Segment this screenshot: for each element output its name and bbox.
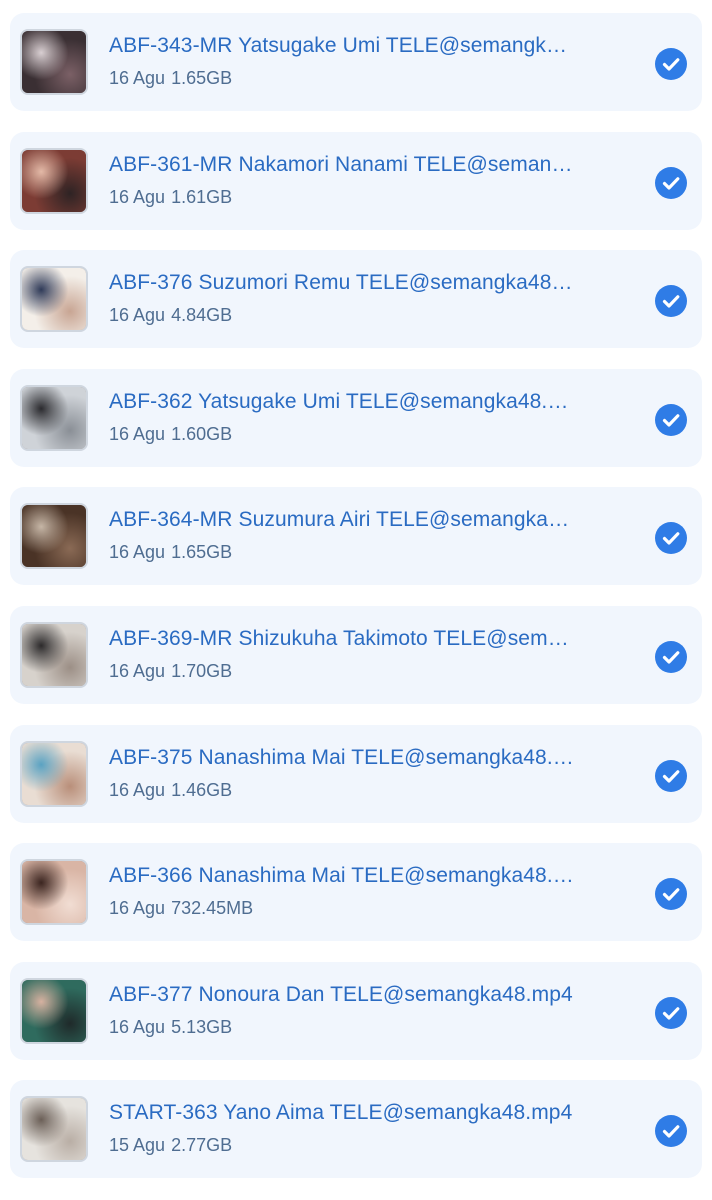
file-meta: 16 Agu 1.60GB xyxy=(109,422,232,446)
file-name: ABF-366 Nanashima Mai TELE@semangka48.mp… xyxy=(109,864,577,888)
file-size: 1.65GB xyxy=(171,542,233,563)
file-size: 1.65GB xyxy=(171,68,233,88)
file-name: ABF-361-MR Nakamori Nanami TELE@semangka… xyxy=(109,152,577,176)
check-circle-icon[interactable] xyxy=(655,48,687,80)
thumbnail-image xyxy=(22,1098,86,1161)
file-date: 16 Agu xyxy=(109,423,166,444)
video-thumbnail[interactable] xyxy=(20,621,88,688)
file-meta: 16 Agu 1.65GB xyxy=(109,66,232,90)
file-item[interactable]: ABF-364-MR Suzumura Airi TELE@semangka48… xyxy=(10,487,702,586)
thumbnail-image xyxy=(22,979,86,1042)
video-thumbnail[interactable] xyxy=(20,29,88,95)
check-circle-icon[interactable] xyxy=(655,640,687,673)
file-item[interactable]: START-363 Yano Aima TELE@semangka48.mp4 1… xyxy=(10,1080,702,1179)
video-thumbnail[interactable] xyxy=(20,859,88,926)
file-meta: 15 Agu 2.77GB xyxy=(109,1133,232,1157)
file-date: 16 Agu xyxy=(109,779,166,800)
check-circle-icon[interactable] xyxy=(655,522,687,555)
check-circle-icon[interactable] xyxy=(655,403,687,436)
file-size: 5.13GB xyxy=(171,1016,233,1037)
thumbnail-image xyxy=(22,861,86,924)
file-meta: 16 Agu 732.45MB xyxy=(109,896,253,920)
file-name: ABF-364-MR Suzumura Airi TELE@semangka48… xyxy=(109,508,577,532)
file-item[interactable]: ABF-362 Yatsugake Umi TELE@semangka48.mp… xyxy=(10,368,702,467)
file-name: ABF-362 Yatsugake Umi TELE@semangka48.mp… xyxy=(109,389,577,413)
file-size: 4.84GB xyxy=(171,305,233,326)
file-date: 15 Agu xyxy=(109,1135,166,1156)
file-date: 16 Agu xyxy=(109,68,166,88)
file-item[interactable]: ABF-377 Nonoura Dan TELE@semangka48.mp4 1… xyxy=(10,961,702,1060)
file-date: 16 Agu xyxy=(109,898,166,919)
check-circle-icon[interactable] xyxy=(655,996,687,1029)
file-date: 16 Agu xyxy=(109,542,166,563)
file-item[interactable]: ABF-375 Nanashima Mai TELE@semangka48.mp… xyxy=(10,724,702,823)
file-date: 16 Agu xyxy=(109,305,166,326)
file-date: 16 Agu xyxy=(109,186,166,207)
check-circle-icon[interactable] xyxy=(655,759,687,792)
video-thumbnail[interactable] xyxy=(20,977,88,1044)
file-item[interactable]: ABF-361-MR Nakamori Nanami TELE@semangka… xyxy=(10,131,702,230)
file-meta: 16 Agu 1.61GB xyxy=(109,185,232,209)
file-meta: 16 Agu 5.13GB xyxy=(109,1015,232,1039)
file-date: 16 Agu xyxy=(109,660,166,681)
thumbnail-image xyxy=(22,623,86,686)
file-size: 1.61GB xyxy=(171,186,233,207)
file-meta: 16 Agu 1.46GB xyxy=(109,778,232,802)
video-thumbnail[interactable] xyxy=(20,266,88,333)
file-name: ABF-343-MR Yatsugake Umi TELE@semangka48… xyxy=(109,34,577,57)
video-thumbnail[interactable] xyxy=(20,147,88,214)
thumbnail-image xyxy=(22,149,86,212)
file-item[interactable]: ABF-369-MR Shizukuha Takimoto TELE@seman… xyxy=(10,605,702,704)
file-meta: 16 Agu 1.70GB xyxy=(109,659,232,683)
video-thumbnail[interactable] xyxy=(20,1096,88,1163)
thumbnail-image xyxy=(22,268,86,331)
thumbnail-image xyxy=(22,505,86,568)
file-name: ABF-369-MR Shizukuha Takimoto TELE@seman… xyxy=(109,626,577,650)
file-item[interactable]: ABF-343-MR Yatsugake Umi TELE@semangka48… xyxy=(10,13,702,111)
file-name: START-363 Yano Aima TELE@semangka48.mp4 xyxy=(109,1101,573,1125)
file-item[interactable]: ABF-376 Suzumori Remu TELE@semangka48.mp… xyxy=(10,250,702,349)
file-list: ABF-343-MR Yatsugake Umi TELE@semangka48… xyxy=(10,13,702,1199)
file-size: 1.60GB xyxy=(171,423,233,444)
video-thumbnail[interactable] xyxy=(20,384,88,451)
check-circle-icon[interactable] xyxy=(655,1115,687,1148)
file-size: 732.45MB xyxy=(171,898,254,919)
video-thumbnail[interactable] xyxy=(20,503,88,570)
check-circle-icon[interactable] xyxy=(655,166,687,199)
thumbnail-image xyxy=(22,31,86,93)
thumbnail-image xyxy=(22,386,86,449)
thumbnail-image xyxy=(22,742,86,805)
file-size: 1.46GB xyxy=(171,779,233,800)
file-name: ABF-376 Suzumori Remu TELE@semangka48.mp… xyxy=(109,271,577,295)
file-date: 16 Agu xyxy=(109,1016,166,1037)
file-size: 2.77GB xyxy=(171,1135,233,1156)
check-circle-icon[interactable] xyxy=(655,878,687,911)
check-circle-icon[interactable] xyxy=(655,285,687,318)
file-item[interactable]: ABF-366 Nanashima Mai TELE@semangka48.mp… xyxy=(10,843,702,942)
file-meta: 16 Agu 4.84GB xyxy=(109,303,232,327)
file-name: ABF-377 Nonoura Dan TELE@semangka48.mp4 xyxy=(109,982,573,1006)
file-name: ABF-375 Nanashima Mai TELE@semangka48.mp… xyxy=(109,745,577,769)
file-size: 1.70GB xyxy=(171,660,233,681)
file-meta: 16 Agu 1.65GB xyxy=(109,540,232,564)
video-thumbnail[interactable] xyxy=(20,740,88,807)
